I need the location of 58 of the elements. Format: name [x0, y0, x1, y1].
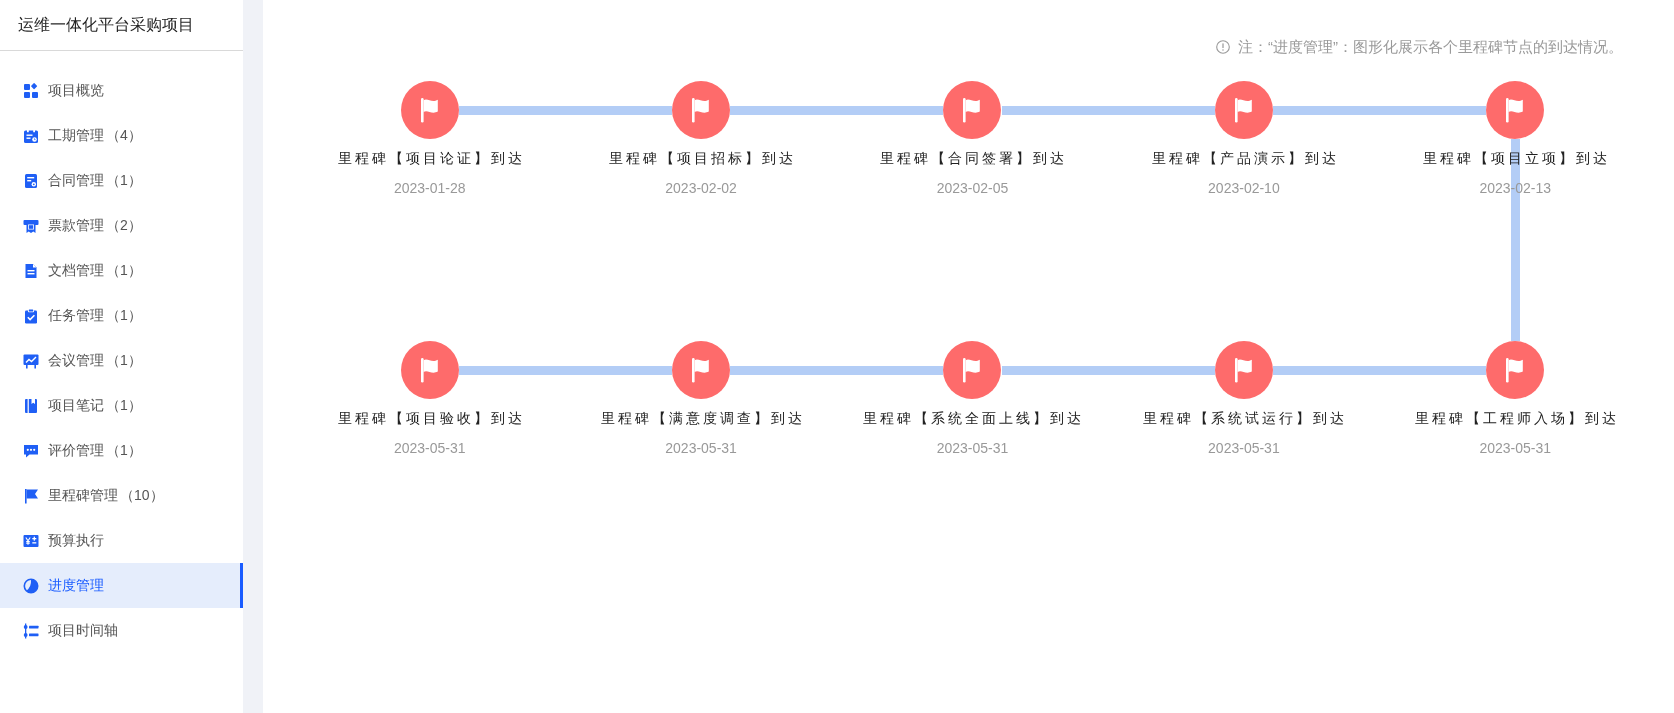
sidebar-item[interactable]: 项目笔记（1） — [0, 383, 243, 428]
sidebar-item[interactable]: 项目时间轴 — [0, 608, 243, 653]
sidebar-item[interactable]: 工期管理（4） — [0, 113, 243, 158]
calendar-icon — [23, 127, 39, 144]
sidebar-item[interactable]: 进度管理 — [0, 563, 243, 608]
pie-chart-icon — [23, 577, 39, 594]
file-icon — [23, 262, 39, 279]
note-text: 注：“进度管理”：图形化展示各个里程碑节点的到达情况。 — [1238, 37, 1623, 57]
sidebar-item[interactable]: 票款管理（2） — [0, 203, 243, 248]
exclamation-circle-icon — [1216, 40, 1230, 54]
milestone-date: 2023-02-10 — [1208, 179, 1280, 198]
yen-card-icon — [23, 532, 39, 549]
timeline-icon — [23, 622, 39, 639]
sidebar-item[interactable]: 合同管理（1） — [0, 158, 243, 203]
milestone-date: 2023-05-31 — [1479, 439, 1552, 458]
flag-icon — [1486, 81, 1545, 139]
sidebar-item[interactable]: 里程碑管理（10） — [0, 473, 243, 518]
milestone-label: 里程碑【系统试运行】到达 — [1142, 409, 1348, 428]
milestone-date: 2023-02-02 — [665, 179, 737, 198]
milestone-label: 里程碑【项目论证】到达 — [336, 149, 525, 168]
milestone-label: 里程碑【产品演示】到达 — [1150, 149, 1339, 168]
milestone-label: 里程碑【项目招标】到达 — [608, 149, 797, 168]
milestone-label: 里程碑【合同签署】到达 — [879, 149, 1068, 168]
milestone-date: 2023-02-05 — [936, 179, 1009, 198]
flag-icon — [23, 487, 39, 504]
sidebar-item[interactable]: 预算执行 — [0, 518, 243, 563]
sidebar-item[interactable]: 会议管理（1） — [0, 338, 243, 383]
document-icon — [23, 172, 39, 189]
grid-icon — [23, 82, 39, 99]
flag-icon — [1214, 341, 1273, 399]
flag-icon — [672, 341, 731, 399]
sidebar-item[interactable]: 项目概览 — [0, 68, 243, 113]
milestone-label: 里程碑【工程师入场】到达 — [1413, 409, 1619, 428]
milestone-label: 里程碑【系统全面上线】到达 — [862, 409, 1085, 428]
chart-board-icon — [23, 352, 39, 369]
flag-icon — [1486, 341, 1545, 399]
milestone-label: 里程碑【项目立项】到达 — [1422, 149, 1611, 168]
project-title: 运维一体化平台采购项目 — [18, 15, 194, 35]
milestone-date: 2023-05-31 — [1208, 439, 1280, 458]
flag-icon — [943, 81, 1002, 139]
sidebar-item[interactable]: 评价管理（1） — [0, 428, 243, 473]
notebook-icon — [23, 397, 39, 414]
sidebar-item[interactable]: 任务管理（1） — [0, 293, 243, 338]
flag-icon — [1214, 81, 1273, 139]
chat-bubble-icon — [23, 442, 39, 459]
milestone-date: 2023-01-28 — [393, 179, 466, 198]
flag-icon — [672, 81, 731, 139]
milestone-date: 2023-05-31 — [393, 439, 466, 458]
milestone-date: 2023-05-31 — [936, 439, 1009, 458]
clipboard-check-icon — [23, 307, 39, 324]
printer-icon — [23, 217, 39, 234]
milestone-label: 里程碑【项目验收】到达 — [336, 409, 525, 428]
flag-icon — [400, 81, 459, 139]
sidebar-item[interactable]: 文档管理（1） — [0, 248, 243, 293]
flag-icon — [400, 341, 459, 399]
milestone-date: 2023-05-31 — [665, 439, 737, 458]
milestone-label: 里程碑【满意度调查】到达 — [599, 409, 805, 428]
flag-icon — [943, 341, 1002, 399]
